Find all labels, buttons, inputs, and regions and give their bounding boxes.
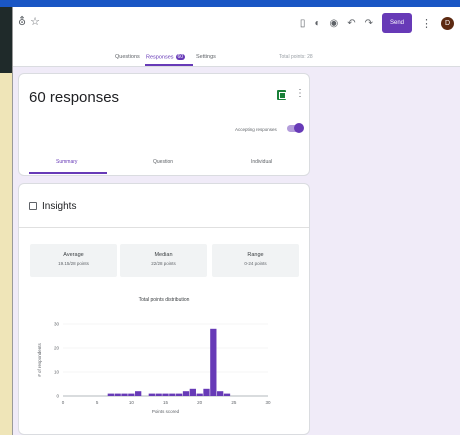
stat-range-label: Range: [247, 252, 264, 258]
stat-median-value: 22/28 points: [151, 261, 176, 266]
toggle-knob: [294, 123, 304, 133]
palette-icon[interactable]: ◐: [314, 18, 320, 29]
x-tick-label: 10: [129, 400, 135, 405]
insights-title: Insights: [42, 201, 77, 212]
insights-icon: [29, 202, 37, 210]
histogram-bar: [182, 391, 190, 396]
stat-average-value: 19.15/28 points: [58, 261, 89, 266]
points-distribution-chart: 0 10 20 30 0 5 10 15 20 25 30 Points scored # of res…: [37, 322, 271, 415]
histogram-bar: [217, 391, 224, 396]
tab-questions[interactable]: Questions: [115, 54, 140, 60]
more-options-icon[interactable]: ⋮: [421, 17, 432, 30]
left-edge-dark: [0, 7, 12, 73]
stat-range-value: 0-24 points: [244, 261, 267, 266]
x-tick-label: 0: [62, 400, 65, 405]
histogram-bar: [148, 393, 155, 396]
responses-summary-card: 60 responses ⋮ Accepting responses Summa…: [18, 73, 310, 176]
x-tick-label: 5: [96, 400, 99, 405]
active-tab-indicator: [145, 64, 193, 66]
histogram-bar: [107, 393, 114, 396]
insights-divider: [19, 227, 309, 228]
responses-count-badge: 60: [175, 54, 186, 60]
total-points: Total points: 28: [279, 54, 313, 60]
stat-median: Median 22/28 points: [120, 244, 207, 277]
histogram-bar: [135, 391, 142, 396]
top-edge-strip: [0, 0, 460, 7]
histogram-bar: [162, 393, 169, 396]
left-edge-panel: [0, 73, 12, 435]
stat-average: Average 19.15/28 points: [30, 244, 117, 277]
tab-responses[interactable]: Responses 60: [146, 54, 186, 61]
histogram-bar: [196, 393, 203, 396]
stat-median-label: Median: [154, 252, 173, 258]
histogram-bar: [169, 393, 176, 396]
chart-title: Total points distribution: [138, 297, 190, 303]
x-tick-label: 20: [197, 400, 203, 405]
form-tabs: Questions Responses 60 Settings Total poi…: [13, 51, 460, 67]
x-tick-label: 15: [163, 400, 169, 405]
header-left-icons: ⛢ ☆: [18, 15, 40, 28]
histogram-bar: [155, 393, 162, 396]
histogram-bar: [121, 393, 128, 396]
responses-count-title: 60 responses: [29, 89, 120, 106]
subtab-question[interactable]: Question: [153, 159, 173, 165]
star-icon[interactable]: ☆: [30, 15, 40, 28]
undo-icon[interactable]: ↶: [347, 18, 355, 29]
left-edge-divider: [12, 7, 13, 435]
subtab-summary[interactable]: Summary: [56, 159, 77, 165]
histogram-bar: [114, 393, 121, 396]
x-axis-label: Points scored: [152, 409, 180, 414]
tab-responses-label: Responses: [146, 54, 174, 61]
link-to-sheets-icon[interactable]: [277, 90, 286, 100]
customize-theme-icon[interactable]: ▯: [300, 18, 306, 29]
y-axis-label: # of respondents: [37, 342, 42, 376]
y-tick-label: 30: [54, 322, 60, 327]
accepting-responses-toggle[interactable]: [287, 123, 304, 133]
send-button[interactable]: Send: [382, 13, 412, 33]
subtab-individual[interactable]: Individual: [251, 159, 272, 165]
histogram-bar: [210, 328, 217, 396]
avatar[interactable]: D: [441, 16, 454, 30]
insights-card: Insights Average 19.15/28 points Median …: [18, 183, 310, 435]
redo-icon[interactable]: ↷: [365, 18, 373, 29]
header-right-actions: ▯ ◐ ◉ ↶ ↷ Send ⋮ D: [300, 13, 454, 33]
histogram-bar: [223, 393, 231, 396]
x-tick-label: 30: [265, 400, 271, 405]
move-to-folder-icon[interactable]: ⛢: [18, 15, 26, 28]
responses-more-icon[interactable]: ⋮: [295, 88, 305, 99]
x-tick-label: 25: [231, 400, 237, 405]
y-tick-label: 10: [54, 370, 60, 375]
stat-average-label: Average: [63, 252, 84, 258]
y-tick-label: 20: [54, 346, 60, 351]
histogram-bar: [189, 388, 196, 396]
histogram-bar: [128, 393, 135, 396]
stat-range: Range 0-24 points: [212, 244, 299, 277]
active-subtab-indicator: [29, 172, 107, 174]
forms-header: ⛢ ☆ ▯ ◐ ◉ ↶ ↷ Send ⋮ D Questions Respons…: [13, 7, 460, 67]
preview-icon[interactable]: ◉: [329, 18, 338, 29]
y-tick-label: 0: [56, 394, 59, 399]
accepting-responses-label: Accepting responses: [235, 127, 277, 132]
histogram-bar: [176, 393, 183, 396]
tab-settings[interactable]: Settings: [196, 54, 216, 60]
histogram-bar: [203, 388, 210, 396]
